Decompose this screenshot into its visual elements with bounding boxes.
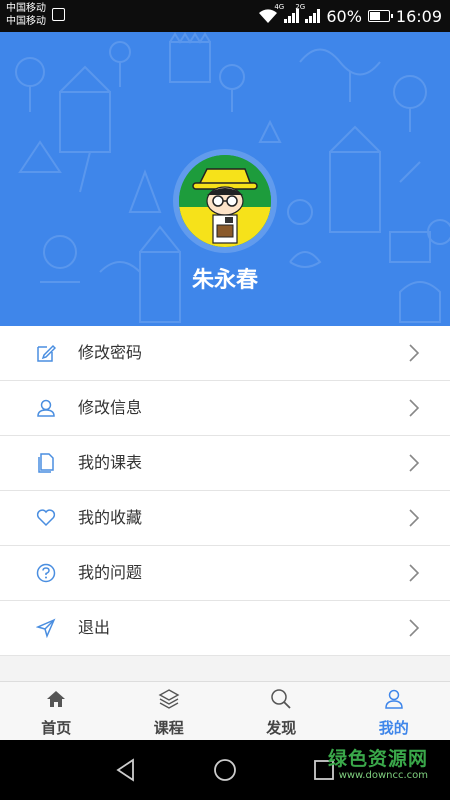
signal-2g-icon: 2G [295, 3, 321, 23]
status-bar: 中国移动 中国移动 4G 2G 60% 16:09 [0, 0, 450, 32]
carrier-2: 中国移动 [6, 16, 46, 27]
tab-courses[interactable]: 课程 [113, 682, 226, 741]
tab-label: 课程 [153, 719, 184, 737]
clock: 16:09 [395, 6, 442, 26]
menu-item-label: 修改信息 [78, 398, 143, 417]
back-icon[interactable] [113, 757, 139, 783]
menu-item-change-password[interactable]: 修改密码 [0, 326, 450, 381]
battery-percent: 60% [326, 6, 362, 26]
edit-icon [37, 344, 56, 362]
carrier-1: 中国移动 [6, 3, 46, 14]
menu-item-my-favorites[interactable]: 我的收藏 [0, 491, 450, 546]
search-icon [271, 689, 291, 709]
watermark-logo: 绿色资源网 [327, 748, 428, 770]
watermark-url: www.downcc.com [338, 770, 428, 781]
tab-discover[interactable]: 发现 [225, 682, 338, 741]
menu-item-label: 我的问题 [78, 563, 143, 582]
username: 朱永春 [191, 268, 258, 293]
heart-icon [36, 509, 56, 527]
menu-item-label: 修改密码 [78, 343, 143, 362]
menu-item-my-schedule[interactable]: 我的课表 [0, 436, 450, 491]
layers-icon [158, 689, 180, 709]
profile-header: 朱永春 [0, 32, 450, 326]
menu-item-label: 退出 [78, 618, 111, 637]
user-icon [384, 689, 403, 709]
chevron-right-icon [409, 454, 420, 472]
tab-label: 发现 [266, 719, 297, 737]
document-icon [38, 453, 54, 473]
carrier-labels: 中国移动 中国移动 [6, 2, 46, 28]
chevron-right-icon [409, 564, 420, 582]
menu-item-logout[interactable]: 退出 [0, 601, 450, 656]
home-icon [47, 691, 66, 707]
network-type-1: 4G [274, 3, 285, 11]
menu-item-edit-info[interactable]: 修改信息 [0, 381, 450, 436]
menu-item-label: 我的收藏 [78, 508, 143, 527]
avatar[interactable] [179, 155, 271, 247]
home-button-icon[interactable] [212, 757, 238, 783]
image-notification-icon [52, 8, 65, 21]
menu-item-label: 我的课表 [78, 453, 143, 472]
user-icon [37, 399, 55, 417]
tab-label: 首页 [41, 719, 72, 737]
network-type-2: 2G [295, 3, 306, 11]
tab-mine[interactable]: 我的 [338, 682, 450, 741]
battery-icon [367, 10, 393, 22]
chevron-right-icon [409, 509, 420, 527]
signal-4g-icon: 4G [274, 3, 300, 23]
menu-item-my-questions[interactable]: 我的问题 [0, 546, 450, 601]
question-icon [36, 563, 56, 583]
send-icon [36, 618, 56, 638]
tab-label: 我的 [378, 719, 409, 737]
settings-menu: 修改密码 修改信息 我的课表 我的收藏 我的问题 退出 [0, 326, 450, 656]
chevron-right-icon [409, 344, 420, 362]
chevron-right-icon [409, 619, 420, 637]
avatar-illustration [179, 155, 271, 247]
tab-home[interactable]: 首页 [0, 682, 113, 741]
bottom-tab-bar: 首页 课程 发现 我的 [0, 681, 450, 741]
chevron-right-icon [409, 399, 420, 417]
